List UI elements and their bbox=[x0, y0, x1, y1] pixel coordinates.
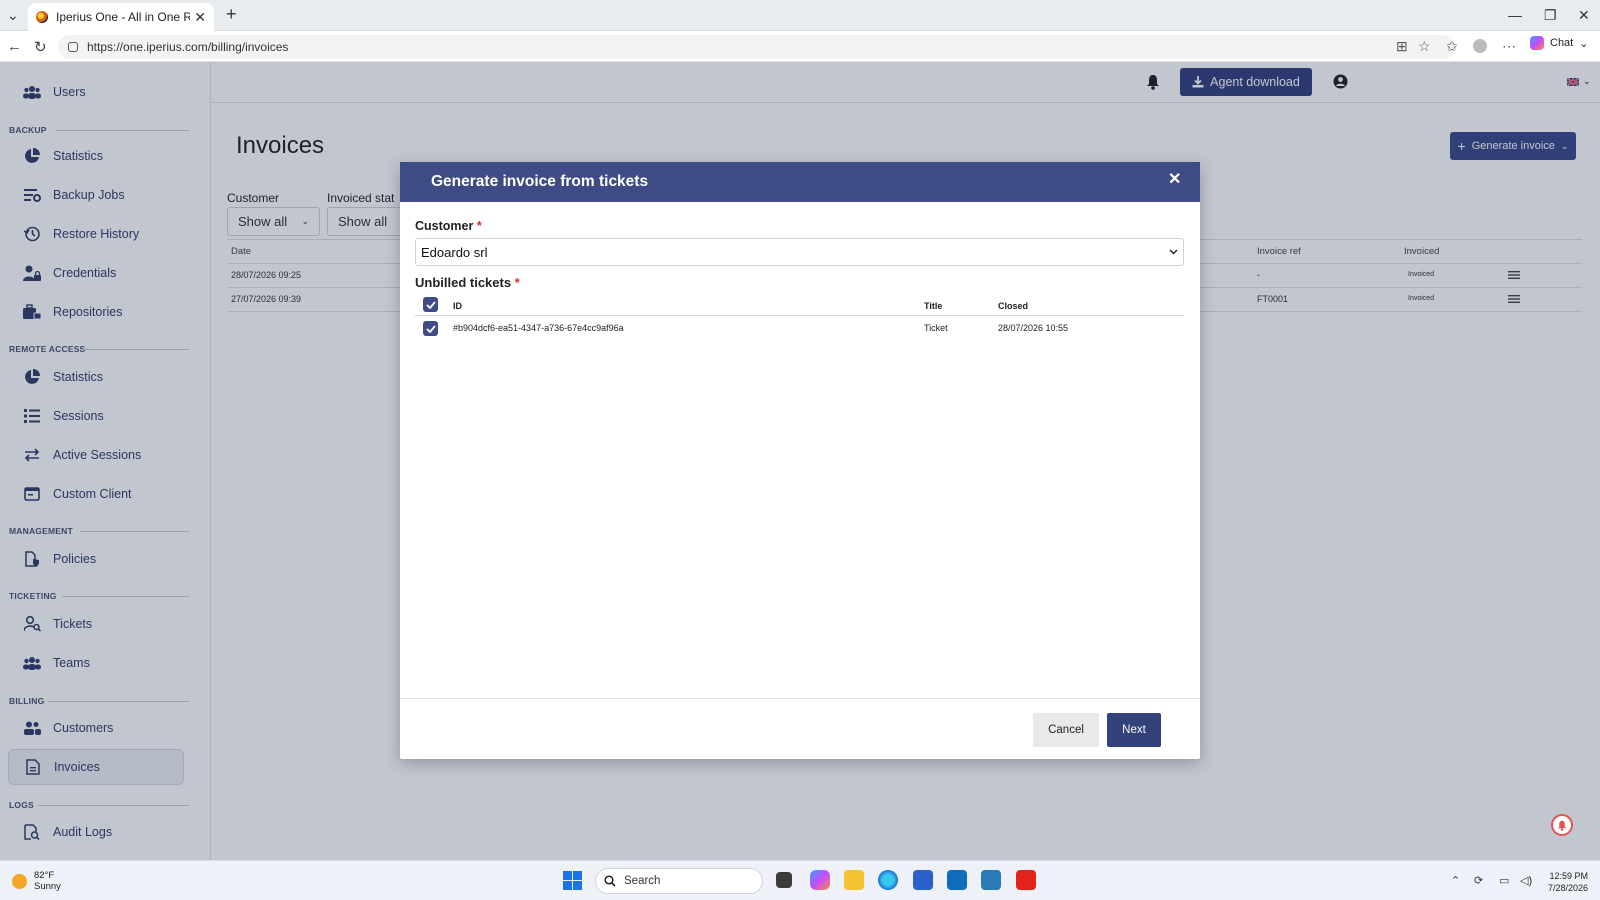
minimize-icon[interactable]: — bbox=[1508, 7, 1522, 23]
windows-taskbar: 82°F Sunny Search ⌃ ⟳ ▭ ◁) 12:59 PM 7/28/… bbox=[0, 860, 1600, 900]
url-text: https://one.iperius.com/billing/invoices bbox=[87, 40, 289, 54]
chat-label: Chat bbox=[1550, 37, 1574, 49]
network-icon[interactable]: ▭ bbox=[1499, 874, 1509, 887]
tickets-table: ID Title Closed #b904dcf6-ea51-4347-a736… bbox=[415, 294, 1184, 340]
cancel-button[interactable]: Cancel bbox=[1033, 713, 1099, 747]
clock-time: 12:59 PM bbox=[1549, 871, 1589, 881]
customer-select[interactable]: Edoardo srl bbox=[415, 238, 1184, 266]
customer-field-label: Customer * bbox=[415, 219, 482, 233]
file-explorer-icon[interactable] bbox=[844, 870, 864, 890]
browser-tab[interactable]: Iperius One - All in One RMM Suite ✕ bbox=[28, 3, 214, 31]
sun-icon bbox=[12, 873, 27, 889]
unbilled-tickets-label: Unbilled tickets * bbox=[415, 275, 520, 290]
favorites-icon[interactable]: ✩ bbox=[1446, 38, 1458, 55]
weather-widget[interactable]: 82°F Sunny bbox=[12, 870, 61, 892]
customer-label-text: Customer bbox=[415, 219, 474, 233]
search-placeholder: Search bbox=[624, 875, 661, 887]
sync-icon[interactable]: ⟳ bbox=[1474, 874, 1483, 887]
copilot-chat-button[interactable]: Chat ⌄ bbox=[1530, 36, 1588, 50]
generate-invoice-modal: Generate invoice from tickets ✕ Customer… bbox=[400, 162, 1200, 759]
tray-chevron-up-icon[interactable]: ⌃ bbox=[1451, 874, 1460, 887]
column-header-id: ID bbox=[453, 301, 462, 311]
modal-header: Generate invoice from tickets ✕ bbox=[400, 162, 1200, 202]
ticket-title: Ticket bbox=[924, 323, 948, 333]
profile-avatar-icon[interactable] bbox=[1473, 39, 1487, 53]
more-options-icon[interactable]: ⋯ bbox=[1502, 38, 1516, 55]
customer-select-value: Edoardo srl bbox=[421, 244, 488, 260]
notepad-icon[interactable] bbox=[981, 870, 1001, 890]
taskbar-clock[interactable]: 12:59 PM 7/28/2026 bbox=[1548, 870, 1588, 894]
ticket-id: #b904dcf6-ea51-4347-a736-67e4cc9af96a bbox=[453, 323, 624, 333]
close-icon[interactable]: ✕ bbox=[1168, 169, 1181, 189]
browser-tab-title: Iperius One - All in One RMM Suite bbox=[56, 10, 191, 24]
close-tab-icon[interactable]: ✕ bbox=[194, 9, 206, 26]
required-marker: * bbox=[476, 219, 482, 233]
tickets-header-row: ID Title Closed bbox=[415, 294, 1184, 316]
url-field[interactable]: https://one.iperius.com/billing/invoices bbox=[58, 35, 1455, 59]
chevron-down-icon bbox=[1169, 249, 1178, 255]
browser-tab-bar: ⌄ Iperius One - All in One RMM Suite ✕ +… bbox=[0, 0, 1600, 31]
tab-list-chevron-icon[interactable]: ⌄ bbox=[7, 7, 19, 24]
restore-window-icon[interactable]: ❐ bbox=[1544, 7, 1557, 24]
copilot-icon bbox=[1530, 36, 1544, 50]
favorite-star-icon[interactable]: ☆ bbox=[1418, 38, 1431, 55]
ticket-closed-date: 28/07/2026 10:55 bbox=[998, 323, 1069, 333]
new-tab-icon[interactable]: + bbox=[226, 4, 237, 25]
column-header-title: Title bbox=[924, 301, 943, 311]
notification-alert-icon[interactable] bbox=[1551, 814, 1573, 836]
address-bar-row: ← ↻ https://one.iperius.com/billing/invo… bbox=[0, 31, 1600, 62]
search-icon bbox=[604, 875, 616, 887]
iperius-favicon-icon bbox=[36, 11, 48, 23]
store-icon[interactable] bbox=[913, 870, 933, 890]
select-all-checkbox[interactable] bbox=[423, 297, 438, 312]
next-button[interactable]: Next bbox=[1107, 713, 1161, 747]
required-marker: * bbox=[514, 275, 520, 290]
task-view-icon[interactable] bbox=[776, 872, 792, 888]
windows-start-icon[interactable] bbox=[563, 871, 582, 890]
clock-date: 7/28/2026 bbox=[1548, 883, 1589, 893]
ticket-checkbox[interactable] bbox=[423, 321, 438, 336]
outlook-icon[interactable] bbox=[947, 870, 967, 890]
pdf-app-icon[interactable] bbox=[1016, 870, 1036, 890]
app-available-icon[interactable]: ⊞ bbox=[1396, 38, 1408, 55]
modal-footer-divider bbox=[400, 698, 1200, 699]
edge-browser-icon[interactable] bbox=[878, 870, 898, 890]
weather-condition: Sunny bbox=[34, 881, 61, 892]
site-info-icon[interactable] bbox=[68, 42, 78, 52]
temperature: 82°F bbox=[34, 870, 55, 881]
taskbar-search[interactable]: Search bbox=[595, 868, 763, 894]
modal-title: Generate invoice from tickets bbox=[431, 173, 649, 190]
copilot-app-icon[interactable] bbox=[810, 870, 830, 890]
close-window-icon[interactable]: ✕ bbox=[1578, 7, 1590, 24]
volume-icon[interactable]: ◁) bbox=[1520, 874, 1532, 887]
unbilled-tickets-label-text: Unbilled tickets bbox=[415, 275, 512, 290]
ticket-row[interactable]: #b904dcf6-ea51-4347-a736-67e4cc9af96a Ti… bbox=[415, 316, 1184, 340]
column-header-closed: Closed bbox=[998, 301, 1029, 311]
back-icon[interactable]: ← bbox=[7, 38, 22, 55]
reload-icon[interactable]: ↻ bbox=[34, 38, 47, 56]
chevron-down-icon: ⌄ bbox=[1579, 37, 1589, 50]
